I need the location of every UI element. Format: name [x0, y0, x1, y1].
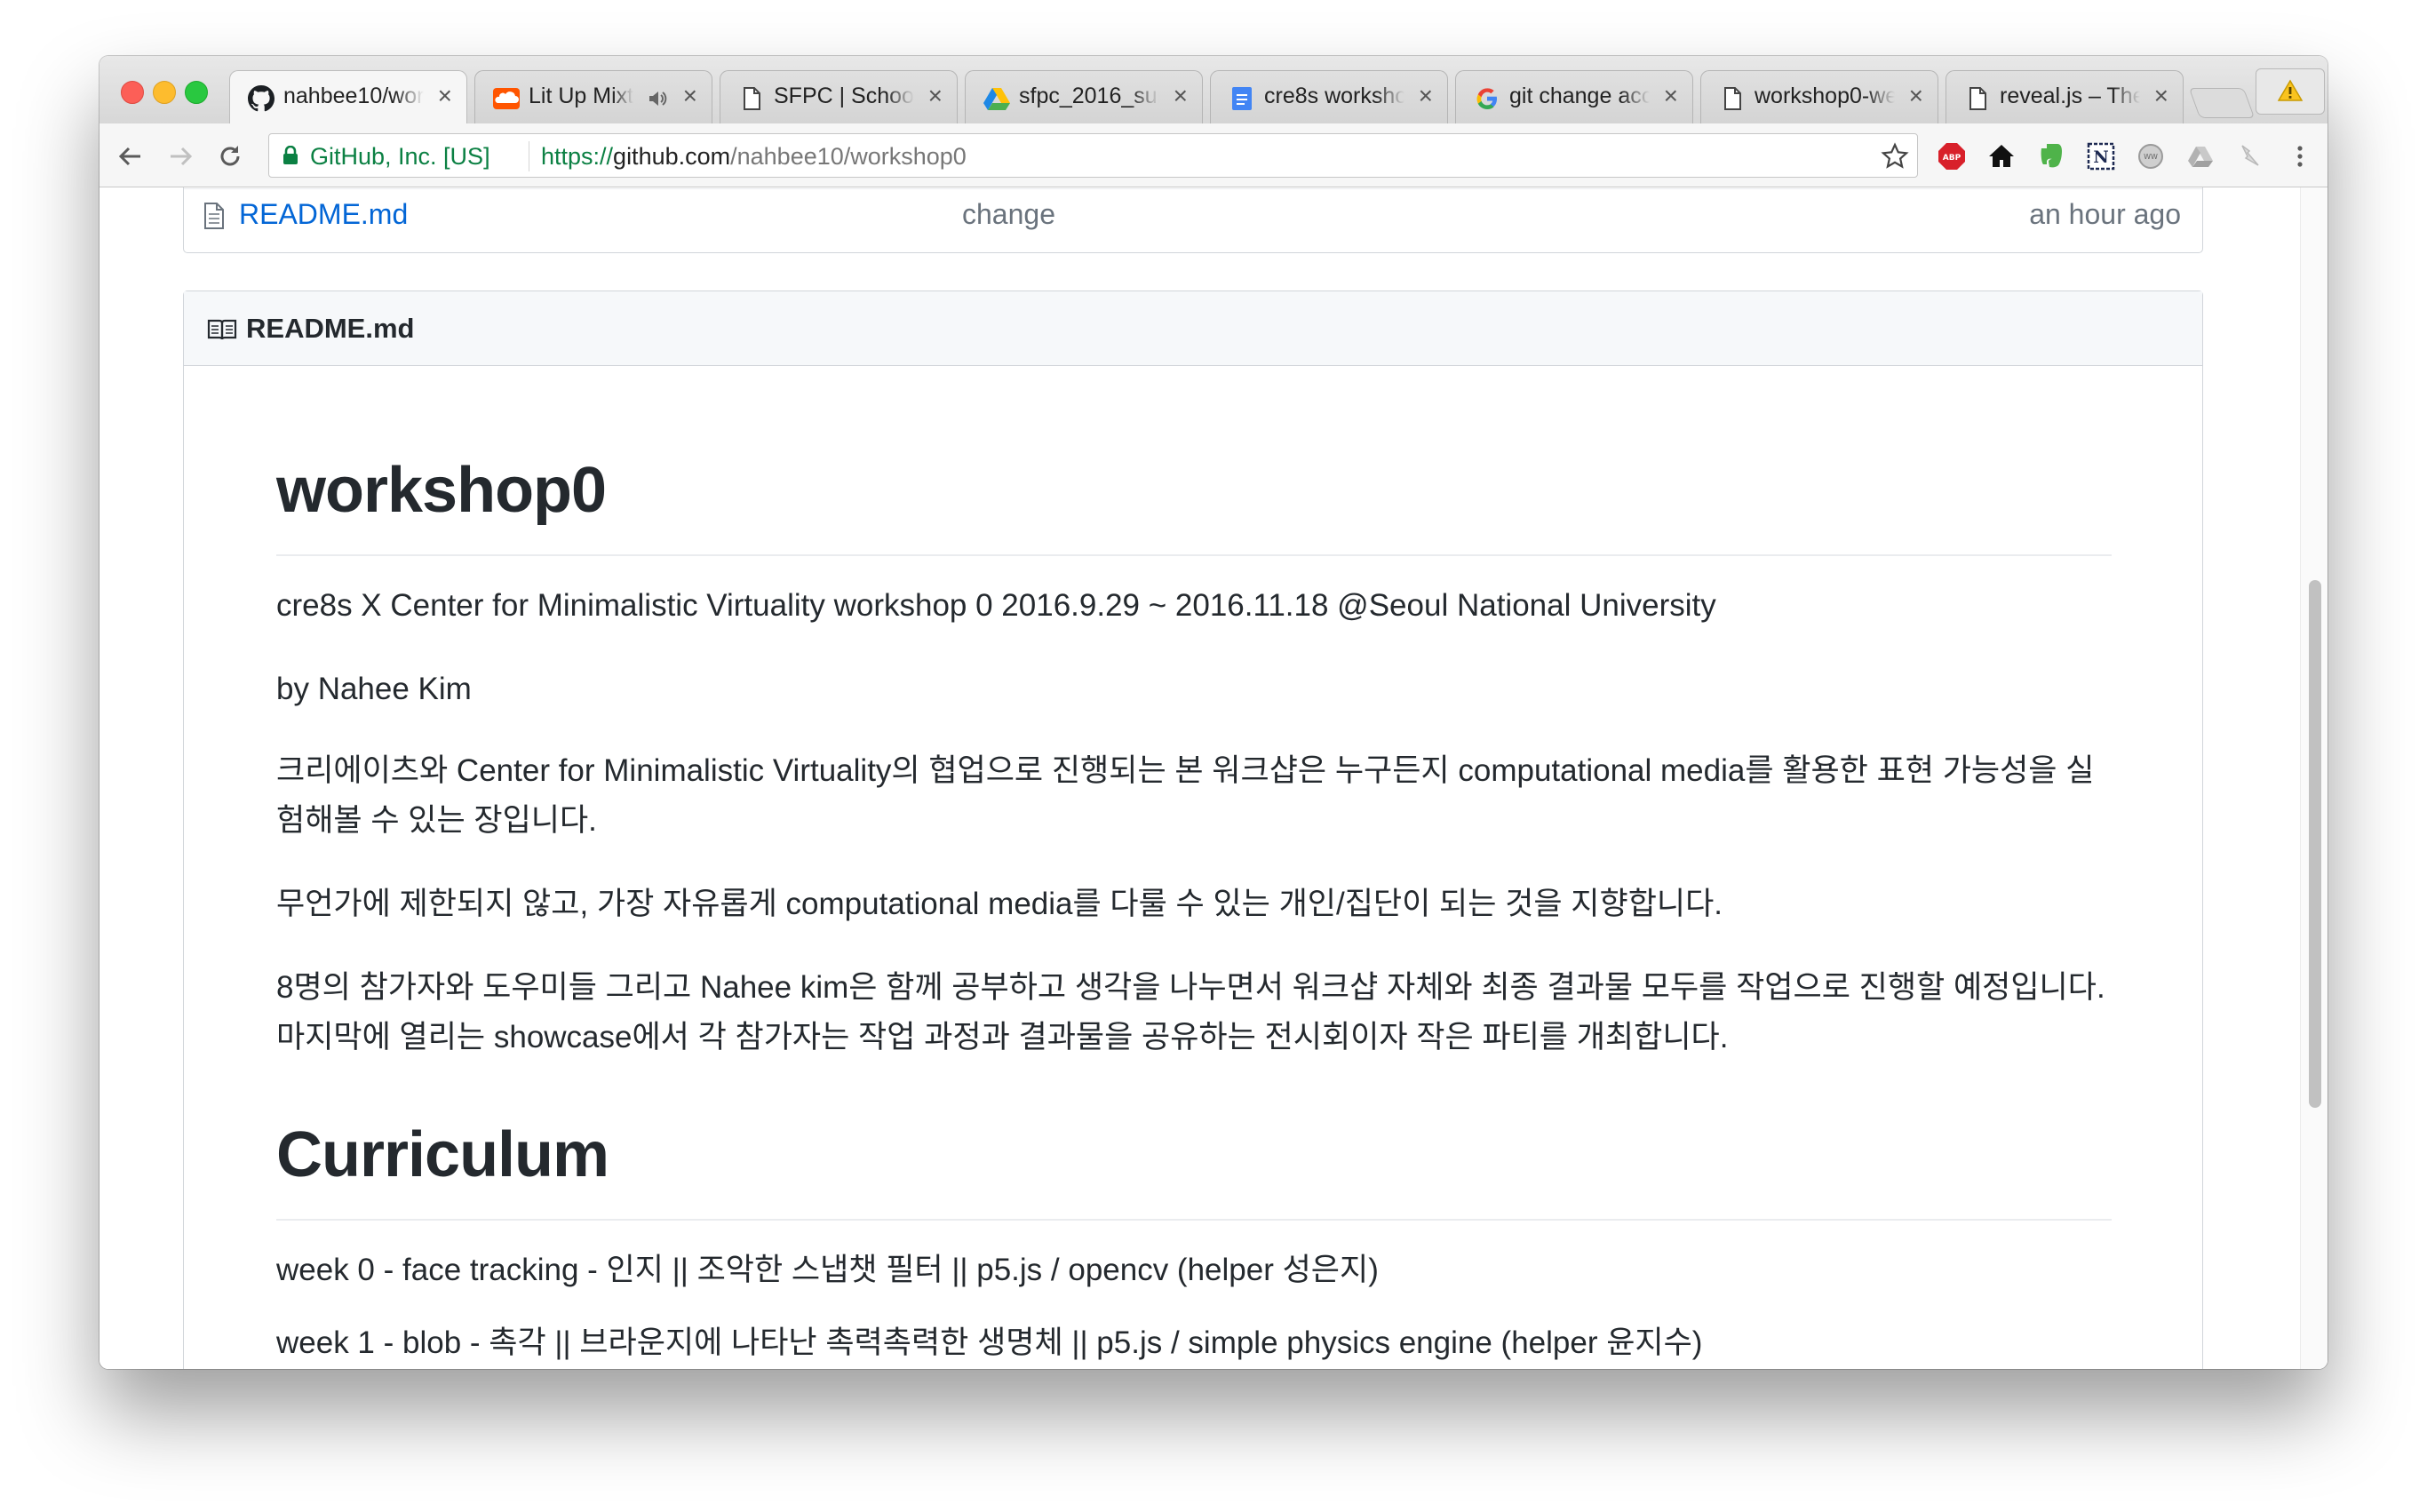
- tab-nahbee10-workshop0[interactable]: nahbee10/workshop0 ×: [229, 70, 467, 123]
- warning-icon: [2278, 79, 2303, 101]
- github-icon: [248, 85, 275, 112]
- page-icon: [744, 87, 760, 110]
- tab-strip: nahbee10/workshop0 × Lit Up Mixtape × SF…: [99, 56, 2328, 123]
- tab-sfpc[interactable]: SFPC | School for Poetic Computation ×: [720, 70, 958, 123]
- warning-button[interactable]: [2256, 68, 2325, 115]
- tab-title: workshop0-web: [1755, 84, 1895, 108]
- tab-git-change-account[interactable]: git change account ×: [1455, 70, 1693, 123]
- tab-workshop0-web[interactable]: workshop0-web ×: [1700, 70, 1938, 123]
- forward-arrow-icon[interactable]: [165, 141, 195, 171]
- svg-text:N: N: [2093, 147, 2108, 167]
- menu-icon[interactable]: [2285, 141, 2315, 171]
- row-divider: [184, 188, 2202, 189]
- vertical-scrollbar[interactable]: [2300, 187, 2328, 1369]
- svg-text:ABP: ABP: [1943, 154, 1961, 163]
- tab-cre8s-workshop[interactable]: cre8s workshop ×: [1210, 70, 1448, 123]
- commit-message-link[interactable]: change: [962, 198, 1055, 231]
- address-bar[interactable]: GitHub, Inc. [US] https://github.com/nah…: [268, 133, 1918, 178]
- url-text[interactable]: https://github.com/nahbee10/workshop0: [541, 143, 967, 171]
- lock-icon[interactable]: [282, 146, 299, 165]
- tab-title: sfpc_2016_summer: [1019, 84, 1159, 108]
- tab-title: Lit Up Mixtape: [529, 84, 633, 108]
- description-paragraph-2: 무언가에 제한되지 않고, 가장 자유롭게 computational medi…: [276, 887, 1723, 921]
- window-zoom-button[interactable]: [185, 81, 208, 104]
- file-icon: [204, 203, 224, 229]
- wayback-icon[interactable]: WW: [2136, 141, 2166, 171]
- tab-close-icon[interactable]: ×: [1419, 83, 1433, 109]
- tab-close-icon[interactable]: ×: [1664, 83, 1678, 109]
- curriculum-week-0: week 0 - face tracking - 인지 || 조악한 스냅챗 필…: [276, 1253, 1379, 1287]
- svg-text:WW: WW: [2144, 153, 2158, 161]
- tab-title: SFPC | School for Poetic Computation: [774, 84, 914, 108]
- url-path: /nahbee10/workshop0: [730, 143, 967, 170]
- curriculum-heading: Curriculum: [276, 1119, 609, 1190]
- back-arrow-icon[interactable]: [115, 141, 146, 171]
- file-list: README.md change an hour ago: [183, 187, 2203, 253]
- tab-title: nahbee10/workshop0: [283, 84, 424, 108]
- new-tab-button[interactable]: [2188, 88, 2256, 118]
- evernote-icon[interactable]: [2036, 141, 2066, 171]
- reload-icon[interactable]: [215, 141, 245, 171]
- commit-age: an hour ago: [2029, 198, 2181, 230]
- scrollbar-thumb[interactable]: [2309, 580, 2321, 1108]
- author-paragraph: by Nahee Kim: [276, 672, 472, 706]
- home-icon[interactable]: [1986, 141, 2017, 171]
- notion-icon[interactable]: N: [2086, 141, 2116, 171]
- google-docs-icon: [1232, 87, 1252, 110]
- page-icon: [1724, 87, 1741, 110]
- curriculum-week-1: week 1 - blob - 촉각 || 브라운지에 나타난 촉력촉력한 생명…: [276, 1325, 1703, 1360]
- speaker-icon[interactable]: [648, 90, 667, 107]
- intro-paragraph: cre8s X Center for Minimalistic Virtuali…: [276, 588, 1716, 623]
- heading-rule: [276, 1219, 2112, 1221]
- readme-panel: README.md workshop0 cre8s X Center for M…: [183, 290, 2203, 1369]
- readme-heading: workshop0: [276, 455, 607, 526]
- tab-close-icon[interactable]: ×: [1174, 83, 1188, 109]
- tab-reveal-js[interactable]: reveal.js – The HTML Presentation Framew…: [1946, 70, 2184, 123]
- browser-toolbar: GitHub, Inc. [US] https://github.com/nah…: [99, 123, 2328, 187]
- window-minimize-button[interactable]: [153, 81, 176, 104]
- site-identity-label[interactable]: GitHub, Inc. [US]: [310, 143, 490, 171]
- url-host: github.com: [613, 143, 731, 170]
- tab-lit-up-mixtape[interactable]: Lit Up Mixtape ×: [474, 70, 712, 123]
- tab-title: cre8s workshop: [1264, 84, 1404, 108]
- page-icon: [1969, 87, 1986, 110]
- tab-close-icon[interactable]: ×: [928, 83, 943, 109]
- soundcloud-icon: [493, 88, 520, 109]
- file-name-link[interactable]: README.md: [239, 198, 408, 231]
- bookmark-star-icon[interactable]: [1880, 141, 1910, 171]
- google-drive-icon: [983, 88, 1010, 110]
- tab-close-icon[interactable]: ×: [683, 83, 697, 109]
- tab-close-icon[interactable]: ×: [438, 83, 452, 109]
- description-paragraph-3: 8명의 참가자와 도우미들 그리고 Nahee kim은 함께 공부하고 생각을…: [276, 970, 2105, 1054]
- adblock-plus-icon[interactable]: ABP: [1937, 141, 1967, 171]
- tab-close-icon[interactable]: ×: [2154, 83, 2168, 109]
- readme-header: README.md: [184, 291, 2202, 366]
- readme-title: README.md: [246, 313, 415, 344]
- window-close-button[interactable]: [121, 81, 144, 104]
- tab-title: git change account: [1509, 84, 1650, 108]
- drive-icon[interactable]: [2185, 141, 2216, 171]
- browser-window: nahbee10/workshop0 × Lit Up Mixtape × SF…: [99, 56, 2328, 1369]
- page-content: README.md change an hour ago README.md w…: [99, 187, 2328, 1369]
- url-scheme: https://: [541, 143, 614, 170]
- heading-rule: [276, 554, 2112, 556]
- lightning-icon[interactable]: [2235, 141, 2265, 171]
- description-paragraph-1: 크리에이츠와 Center for Minimalistic Virtualit…: [276, 753, 2095, 838]
- tab-title: reveal.js – The HTML Presentation Framew…: [2000, 84, 2140, 108]
- book-icon: [207, 319, 237, 340]
- google-icon: [1476, 88, 1497, 109]
- tab-close-icon[interactable]: ×: [1909, 83, 1923, 109]
- tab-sfpc-2016-summer[interactable]: sfpc_2016_summer ×: [965, 70, 1203, 123]
